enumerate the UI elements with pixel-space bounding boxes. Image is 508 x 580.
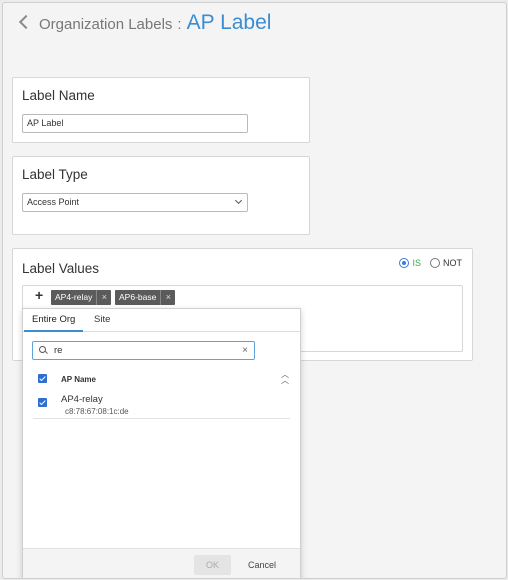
ap-row-name[interactable]: AP4-relay — [61, 394, 103, 405]
ap-picker-dropdown: Entire Org Site re × AP Name ︿ ︿ AP4-rela… — [22, 308, 301, 578]
search-value: re — [54, 345, 63, 356]
chip-label: AP6-base — [119, 292, 157, 302]
breadcrumb-parent-link[interactable]: Organization Labels — [39, 16, 172, 33]
picker-tabs: Entire Org Site — [23, 309, 300, 332]
radio-not-label: NOT — [443, 258, 462, 268]
search-icon — [39, 346, 46, 353]
value-chip: AP4-relay × — [51, 290, 112, 305]
radio-selected-icon — [399, 258, 410, 268]
radio-is-label: IS — [412, 258, 421, 268]
match-radio-group: IS NOT — [390, 258, 462, 268]
label-type-selected-value: Access Point — [27, 197, 80, 207]
add-value-icon[interactable]: + — [35, 287, 43, 303]
label-name-card: Label Name AP Label — [12, 77, 310, 143]
chevron-left-icon[interactable] — [18, 14, 34, 30]
column-header-ap-name[interactable]: AP Name — [61, 375, 96, 384]
row-checkbox[interactable] — [38, 398, 47, 407]
breadcrumb: Organization Labels : AP Label — [18, 11, 272, 41]
picker-footer: OK Cancel — [23, 548, 300, 578]
cancel-button[interactable]: Cancel — [244, 555, 280, 575]
page-title: AP Label — [186, 11, 272, 34]
remove-chip-icon[interactable]: × — [160, 290, 175, 305]
tab-site[interactable]: Site — [86, 309, 118, 331]
remove-chip-icon[interactable]: × — [96, 290, 111, 305]
label-type-heading: Label Type — [22, 167, 88, 182]
value-chip: AP6-base × — [115, 290, 176, 305]
radio-not[interactable]: NOT — [430, 258, 462, 268]
chip-label: AP4-relay — [55, 292, 93, 302]
page: Organization Labels : AP Label Label Nam… — [2, 2, 507, 579]
select-all-checkbox[interactable] — [38, 374, 47, 383]
radio-is[interactable]: IS — [399, 258, 421, 268]
label-name-input[interactable]: AP Label — [22, 114, 248, 133]
breadcrumb-separator: : — [177, 16, 182, 33]
clear-search-icon[interactable]: × — [242, 342, 248, 359]
radio-unselected-icon — [430, 258, 440, 268]
search-input[interactable]: re × — [32, 341, 255, 360]
row-divider — [33, 418, 290, 419]
label-type-select[interactable]: Access Point — [22, 193, 248, 212]
label-values-heading: Label Values — [22, 261, 100, 276]
chevron-down-icon — [234, 196, 243, 205]
ap-row-mac: c8:78:67:08:1c:de — [65, 407, 129, 416]
tab-entire-org[interactable]: Entire Org — [24, 309, 84, 332]
chevron-double-up-icon[interactable]: ︿ ︿ — [281, 371, 289, 385]
ok-button[interactable]: OK — [194, 555, 231, 575]
label-type-card: Label Type Access Point — [12, 156, 310, 235]
label-name-heading: Label Name — [22, 88, 95, 103]
